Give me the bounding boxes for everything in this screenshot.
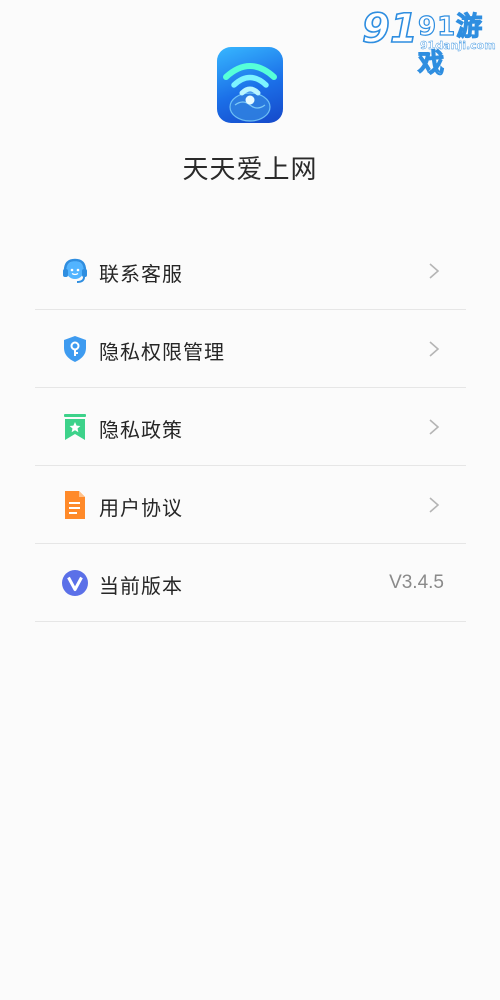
watermark: 91 91游戏 91danji.com (362, 2, 498, 79)
app-title: 天天爱上网 (182, 155, 318, 185)
chevron-right-icon (429, 263, 440, 279)
menu-item-label: 隐私权限管理 (99, 340, 225, 364)
wifi-globe-icon (223, 63, 277, 122)
watermark-domain: 91danji.com (420, 39, 496, 52)
menu-item-label: 用户协议 (99, 496, 183, 520)
chevron-right-icon (429, 419, 440, 435)
about-screen: 91 91游戏 91danji.com 天天爱上网 联系客服 隐私权限管理 隐私… (0, 0, 500, 1000)
menu-item-label: 隐私政策 (99, 418, 183, 442)
watermark-91-logo: 91 (362, 5, 418, 53)
version-number: V3.4.5 (389, 572, 444, 593)
bookmark-star-icon (61, 412, 89, 442)
menu-item-privacy-policy[interactable]: 隐私政策 (35, 388, 466, 466)
version-v-icon (61, 568, 89, 598)
menu-item-label: 当前版本 (99, 574, 183, 598)
document-icon (61, 490, 89, 520)
menu-item-customer-service[interactable]: 联系客服 (35, 232, 466, 310)
menu-item-privacy-permissions[interactable]: 隐私权限管理 (35, 310, 466, 388)
shield-key-icon (61, 334, 89, 364)
menu-item-current-version: 当前版本 V3.4.5 (35, 544, 466, 622)
customer-service-headset-icon (61, 256, 89, 286)
menu-item-label: 联系客服 (99, 262, 183, 286)
svg-text:91: 91 (362, 6, 418, 52)
chevron-right-icon (429, 497, 440, 513)
chevron-right-icon (429, 341, 440, 357)
app-icon (217, 47, 283, 123)
menu-item-user-agreement[interactable]: 用户协议 (35, 466, 466, 544)
settings-menu: 联系客服 隐私权限管理 隐私政策 用户协议 当前版本 V3.4.5 (35, 232, 466, 622)
